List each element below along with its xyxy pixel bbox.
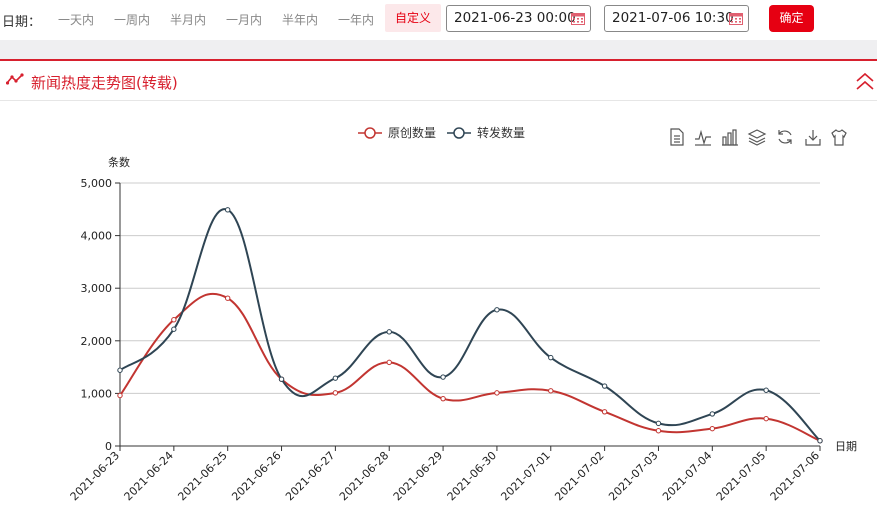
x-tick-label: 2021-07-01 [498,449,552,503]
data-point[interactable] [278,376,285,382]
data-point[interactable] [655,420,662,427]
data-point[interactable] [386,329,392,335]
x-axis-title: 日期 [835,440,857,453]
stack-icon[interactable] [747,129,767,146]
data-point[interactable] [548,388,554,394]
x-tick-label: 2021-06-26 [229,449,283,503]
range-one-month[interactable]: 一月内 [226,11,262,28]
x-tick-label: 2021-06-25 [175,449,229,503]
data-point[interactable] [332,390,339,396]
calendar-icon[interactable] [571,12,585,25]
range-one-week[interactable]: 一周内 [114,11,150,28]
range-custom[interactable]: 自定义 [385,4,442,32]
data-point[interactable] [386,359,392,366]
y-tick-label: 2,000 [81,335,113,348]
data-point[interactable] [601,409,608,415]
data-point[interactable] [224,207,231,213]
start-date-value: 2021-06-23 00:00 [454,10,576,26]
x-tick-label: 2021-06-27 [283,449,337,503]
range-half-month[interactable]: 半月内 [170,11,206,28]
data-point[interactable] [817,438,823,444]
x-tick-label: 2021-07-02 [552,449,606,503]
divider-band [0,40,877,59]
x-tick-label: 2021-07-05 [714,449,768,503]
y-axis-title: 条数 [108,155,130,169]
data-point[interactable] [117,392,123,399]
line-chart-icon[interactable] [695,129,711,146]
data-point[interactable] [171,317,177,323]
grid [120,182,820,394]
data-point[interactable] [440,395,446,402]
data-point[interactable] [655,428,662,434]
confirm-button[interactable]: 确定 [769,5,814,32]
start-date-input[interactable]: 2021-06-23 00:00 [446,5,591,32]
y-tick-label: 3,000 [81,282,113,295]
x-tick-label: 2021-06-24 [122,449,176,503]
legend[interactable]: 原创数量 转发数量 [358,125,525,140]
data-point[interactable] [763,415,769,422]
toolbox [670,128,847,146]
legend-item-original[interactable]: 原创数量 [358,125,436,140]
legend-item-forward[interactable]: 转发数量 [447,125,525,140]
data-point[interactable] [171,326,177,332]
x-tick-label: 2021-06-30 [445,449,499,503]
data-point[interactable] [709,411,716,417]
legend-label-original: 原创数量 [388,125,436,140]
series-layer [117,207,823,444]
series-line-0[interactable] [119,292,821,442]
x-tick-label: 2021-07-04 [660,449,714,503]
data-point[interactable] [494,307,500,313]
end-date-value: 2021-07-06 10:30 [612,10,734,26]
y-axis: 01,0002,0003,0004,0005,000 [81,177,121,453]
data-view-icon[interactable] [670,128,684,146]
x-tick-label: 2021-06-28 [337,449,391,503]
download-icon[interactable] [805,130,821,146]
y-tick-label: 1,000 [81,387,113,400]
theme-icon[interactable] [831,129,847,146]
data-point[interactable] [117,367,123,373]
filter-bar: 日期： 一天内 一周内 半月内 一月内 半年内 一年内 自定义 2021-06-… [0,0,877,40]
bar-chart-icon[interactable] [722,129,738,146]
data-point[interactable] [494,390,500,396]
date-filter-label: 日期： [2,15,42,30]
data-point[interactable] [440,374,446,380]
legend-label-forward: 转发数量 [477,125,525,140]
refresh-icon[interactable] [778,130,792,144]
y-tick-label: 4,000 [81,230,113,243]
panel-title: 新闻热度走势图(转载) [31,74,178,92]
range-half-year[interactable]: 半年内 [282,11,318,28]
trend-chart: 原创数量 转发数量 条数 日期 01,0002,0003,0004,0005,0… [68,125,857,503]
chevron-up-icon[interactable] [856,72,874,92]
data-point[interactable] [601,383,608,389]
data-point[interactable] [224,295,231,301]
calendar-icon[interactable] [729,12,743,25]
trend-icon [6,73,24,85]
series-line-1[interactable] [119,208,821,442]
x-tick-label: 2021-06-29 [391,449,445,503]
x-tick-label: 2021-06-23 [68,449,122,503]
end-date-input[interactable]: 2021-07-06 10:30 [604,5,749,32]
y-tick-label: 5,000 [81,177,113,190]
x-axis: 2021-06-23 2021-06-24 2021-06-25 2021-06-26… [68,445,822,503]
range-one-year[interactable]: 一年内 [338,11,374,28]
data-point[interactable] [548,354,554,361]
x-tick-label: 2021-07-06 [768,449,822,503]
range-one-day[interactable]: 一天内 [58,11,94,28]
data-point[interactable] [332,375,339,381]
panel-header: 新闻热度走势图(转载) [0,59,877,101]
x-tick-label: 2021-07-03 [606,449,660,503]
data-point[interactable] [709,425,716,432]
data-point[interactable] [763,387,769,393]
